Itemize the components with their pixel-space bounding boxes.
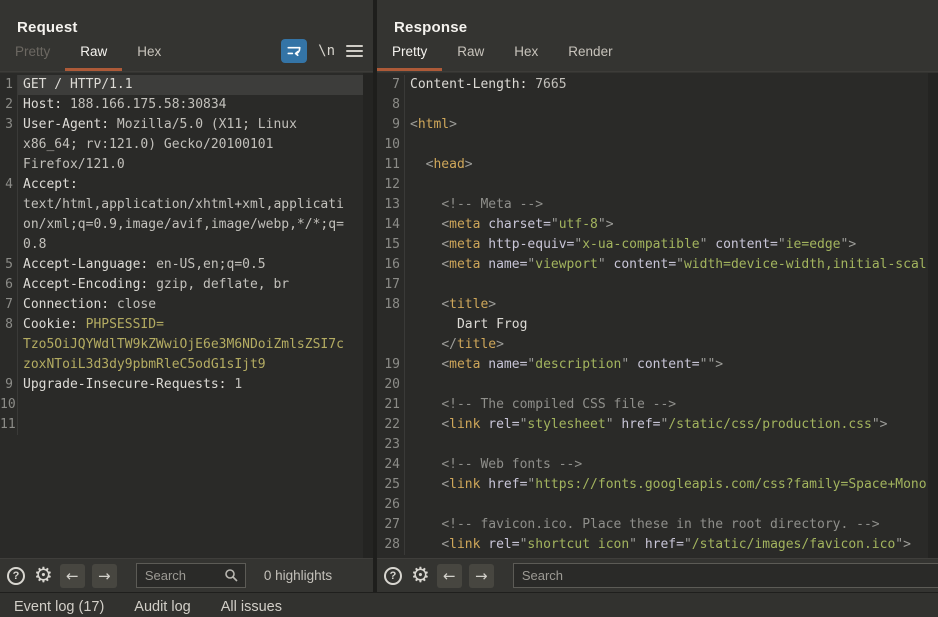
gear-icon[interactable]: ⚙ [34,565,53,586]
prev-match-button[interactable]: ← [60,564,85,588]
response-tabs: Pretty Raw Hex Render [377,38,628,71]
code-line: Firefox/121.0 [0,155,373,175]
tab-hex[interactable]: Hex [122,38,176,71]
code-line: 18 <title> [377,295,938,315]
code-line: 22 <link rel="stylesheet" href="/static/… [377,415,938,435]
code-line: 10 [377,135,938,155]
prev-match-button[interactable]: ← [437,564,462,588]
next-match-button[interactable]: → [92,564,117,588]
help-icon[interactable]: ? [384,567,402,585]
request-search-bar: ? ⚙ ← → 0 highlights [0,558,373,592]
code-line: 14 <meta charset="utf-8"> [377,215,938,235]
code-line: 7Connection: close [0,295,373,315]
response-search-input[interactable] [513,563,938,588]
tab-raw[interactable]: Raw [442,38,499,71]
code-line: 10 [0,395,373,415]
code-line: 27 <!-- favicon.ico. Place these in the … [377,515,938,535]
code-line: 9Upgrade-Insecure-Requests: 1 [0,375,373,395]
code-line: 3User-Agent: Mozilla/5.0 (X11; Linux [0,115,373,135]
code-line: 11 [0,415,373,435]
code-line: 26 [377,495,938,515]
code-line: text/html,application/xhtml+xml,applicat… [0,195,373,215]
code-line: 2Host: 188.166.175.58:30834 [0,95,373,115]
request-title: Request [17,19,78,36]
code-line: 1GET / HTTP/1.1 [0,75,373,95]
response-scrollbar[interactable] [928,73,938,558]
code-line: x86_64; rv:121.0) Gecko/20100101 [0,135,373,155]
code-line: 12 [377,175,938,195]
code-line: 15 <meta http-equiv="x-ua-compatible" co… [377,235,938,255]
code-line: 8 [377,95,938,115]
code-line: 20 [377,375,938,395]
tab-audit-log[interactable]: Audit log [134,599,190,617]
search-icon [224,568,239,588]
code-line: 25 <link href="https://fonts.googleapis.… [377,475,938,495]
code-line: Tzo5OiJQYWdlTW9kZWwiOjE6e3M6NDoiZmlsZSI7… [0,335,373,355]
menu-icon[interactable] [346,45,363,57]
request-editor[interactable]: 1GET / HTTP/1.12Host: 188.166.175.58:308… [0,73,373,558]
code-line: 23 [377,435,938,455]
gear-icon[interactable]: ⚙ [411,565,430,586]
code-line: 8Cookie: PHPSESSID= [0,315,373,335]
response-header: Response Pretty Raw Hex Render [377,0,938,72]
code-line: 13 <!-- Meta --> [377,195,938,215]
tab-pretty[interactable]: Pretty [0,38,65,71]
next-match-button[interactable]: → [469,564,494,588]
code-line: 11 <head> [377,155,938,175]
response-code: 7Content-Length: 766589<html>1011 <head>… [377,75,938,555]
newline-icon[interactable]: \n [318,43,335,59]
code-line: </title> [377,335,938,355]
code-line: 19 <meta name="description" content=""> [377,355,938,375]
code-line: 7Content-Length: 7665 [377,75,938,95]
code-line: zoxNToiL3d3dy9pbmRleC5odG1sIjt9 [0,355,373,375]
tab-render[interactable]: Render [553,38,627,71]
response-title: Response [394,19,467,36]
request-panel: Request Pretty Raw Hex \n 1GET / HTTP/1.… [0,0,373,592]
code-line: 16 <meta name="viewport" content="width=… [377,255,938,275]
code-line: 28 <link rel="shortcut icon" href="/stat… [377,535,938,555]
request-header: Request Pretty Raw Hex \n [0,0,373,72]
code-line: 9<html> [377,115,938,135]
response-panel: Response Pretty Raw Hex Render 7Content-… [377,0,938,592]
code-line: 5Accept-Language: en-US,en;q=0.5 [0,255,373,275]
highlights-count: 0 highlights [264,568,332,583]
tab-raw[interactable]: Raw [65,38,122,71]
code-line: 0.8 [0,235,373,255]
code-line: 21 <!-- The compiled CSS file --> [377,395,938,415]
response-search-bar: ? ⚙ ← → [377,558,938,592]
tab-pretty[interactable]: Pretty [377,38,442,71]
tab-all-issues[interactable]: All issues [221,599,282,617]
tab-hex[interactable]: Hex [499,38,553,71]
bottom-tab-bar: Event log (17) Audit log All issues [0,592,938,617]
code-line: 17 [377,275,938,295]
code-line: 6Accept-Encoding: gzip, deflate, br [0,275,373,295]
response-editor[interactable]: 7Content-Length: 766589<html>1011 <head>… [377,73,938,558]
request-tabs: Pretty Raw Hex [0,38,176,71]
code-line: 24 <!-- Web fonts --> [377,455,938,475]
request-scrollbar[interactable] [363,73,373,558]
request-code: 1GET / HTTP/1.12Host: 188.166.175.58:308… [0,75,373,435]
code-line: on/xml;q=0.9,image/avif,image/webp,*/*;q… [0,215,373,235]
wrap-lines-icon[interactable] [281,39,307,63]
code-line: 4Accept: [0,175,373,195]
tab-event-log[interactable]: Event log (17) [14,599,104,617]
code-line: Dart Frog [377,315,938,335]
help-icon[interactable]: ? [7,567,25,585]
